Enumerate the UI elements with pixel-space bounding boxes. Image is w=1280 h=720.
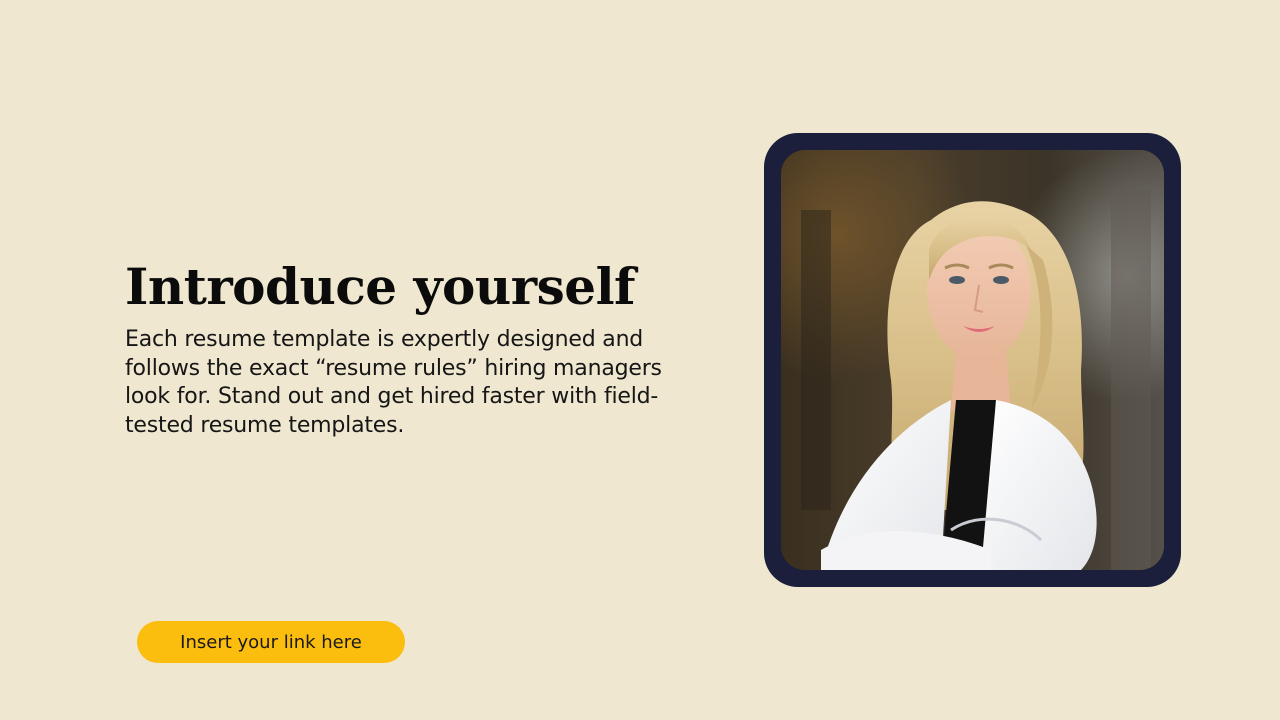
slide-title: Introduce yourself: [125, 257, 636, 316]
portrait-photo: [781, 150, 1164, 570]
slide-body-text: Each resume template is expertly designe…: [125, 327, 662, 438]
portrait-illustration: [781, 150, 1164, 570]
slide: Introduce yourself Each resume template …: [0, 0, 1280, 720]
insert-link-button[interactable]: Insert your link here: [137, 621, 405, 663]
photo-frame: [764, 133, 1181, 587]
